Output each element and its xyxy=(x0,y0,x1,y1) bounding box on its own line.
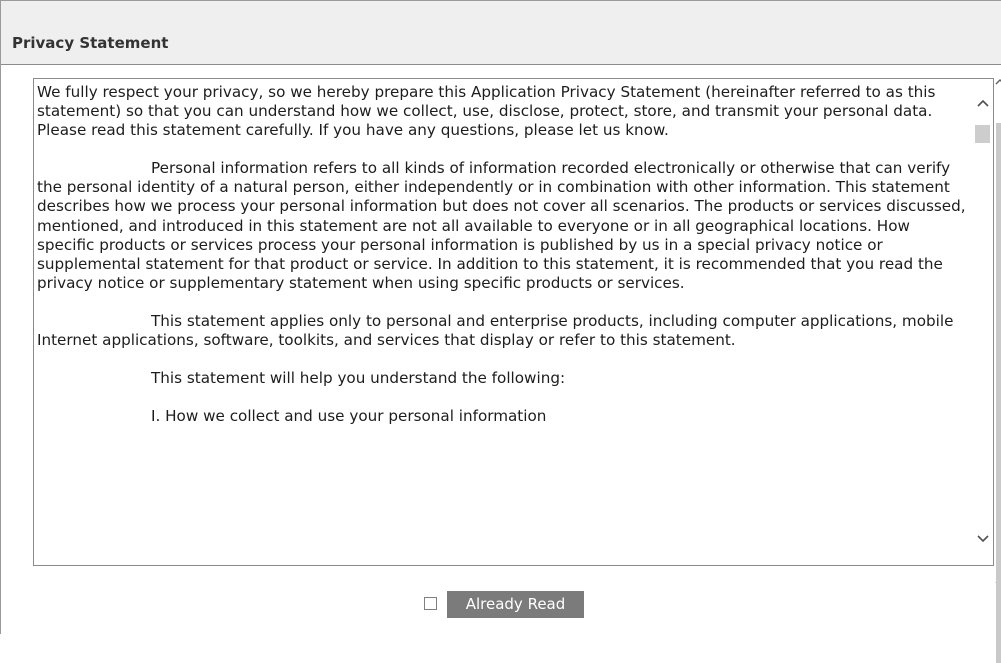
statement-paragraph-4: This statement will help you understand … xyxy=(151,369,566,388)
textbox-scrollbar[interactable] xyxy=(973,80,992,564)
page-scrollbar-thumb[interactable] xyxy=(996,123,1001,663)
chevron-up-icon[interactable] xyxy=(973,94,992,114)
privacy-panel: Privacy Statement We fully respect your … xyxy=(0,0,1001,663)
statement-paragraph-5: I. How we collect and use your personal … xyxy=(151,407,547,426)
chevron-down-icon[interactable] xyxy=(973,530,992,550)
panel-title: Privacy Statement xyxy=(12,34,169,52)
privacy-statement-textbox[interactable]: We fully respect your privacy, so we her… xyxy=(33,78,994,566)
already-read-button[interactable]: Already Read xyxy=(447,591,584,618)
statement-paragraph-3: This statement applies only to personal … xyxy=(37,311,954,350)
page-scrollbar[interactable] xyxy=(995,67,1001,663)
statement-paragraph-1: We fully respect your privacy, so we her… xyxy=(37,83,936,140)
textbox-scrollbar-thumb[interactable] xyxy=(975,125,990,143)
confirm-row: Already Read xyxy=(1,591,1001,619)
already-read-checkbox[interactable] xyxy=(424,597,437,610)
chevron-up-icon[interactable] xyxy=(995,77,1001,91)
panel-header: Privacy Statement xyxy=(1,1,1001,65)
statement-text: We fully respect your privacy, so we her… xyxy=(37,83,972,445)
statement-paragraph-2: Personal information refers to all kinds… xyxy=(37,159,966,292)
